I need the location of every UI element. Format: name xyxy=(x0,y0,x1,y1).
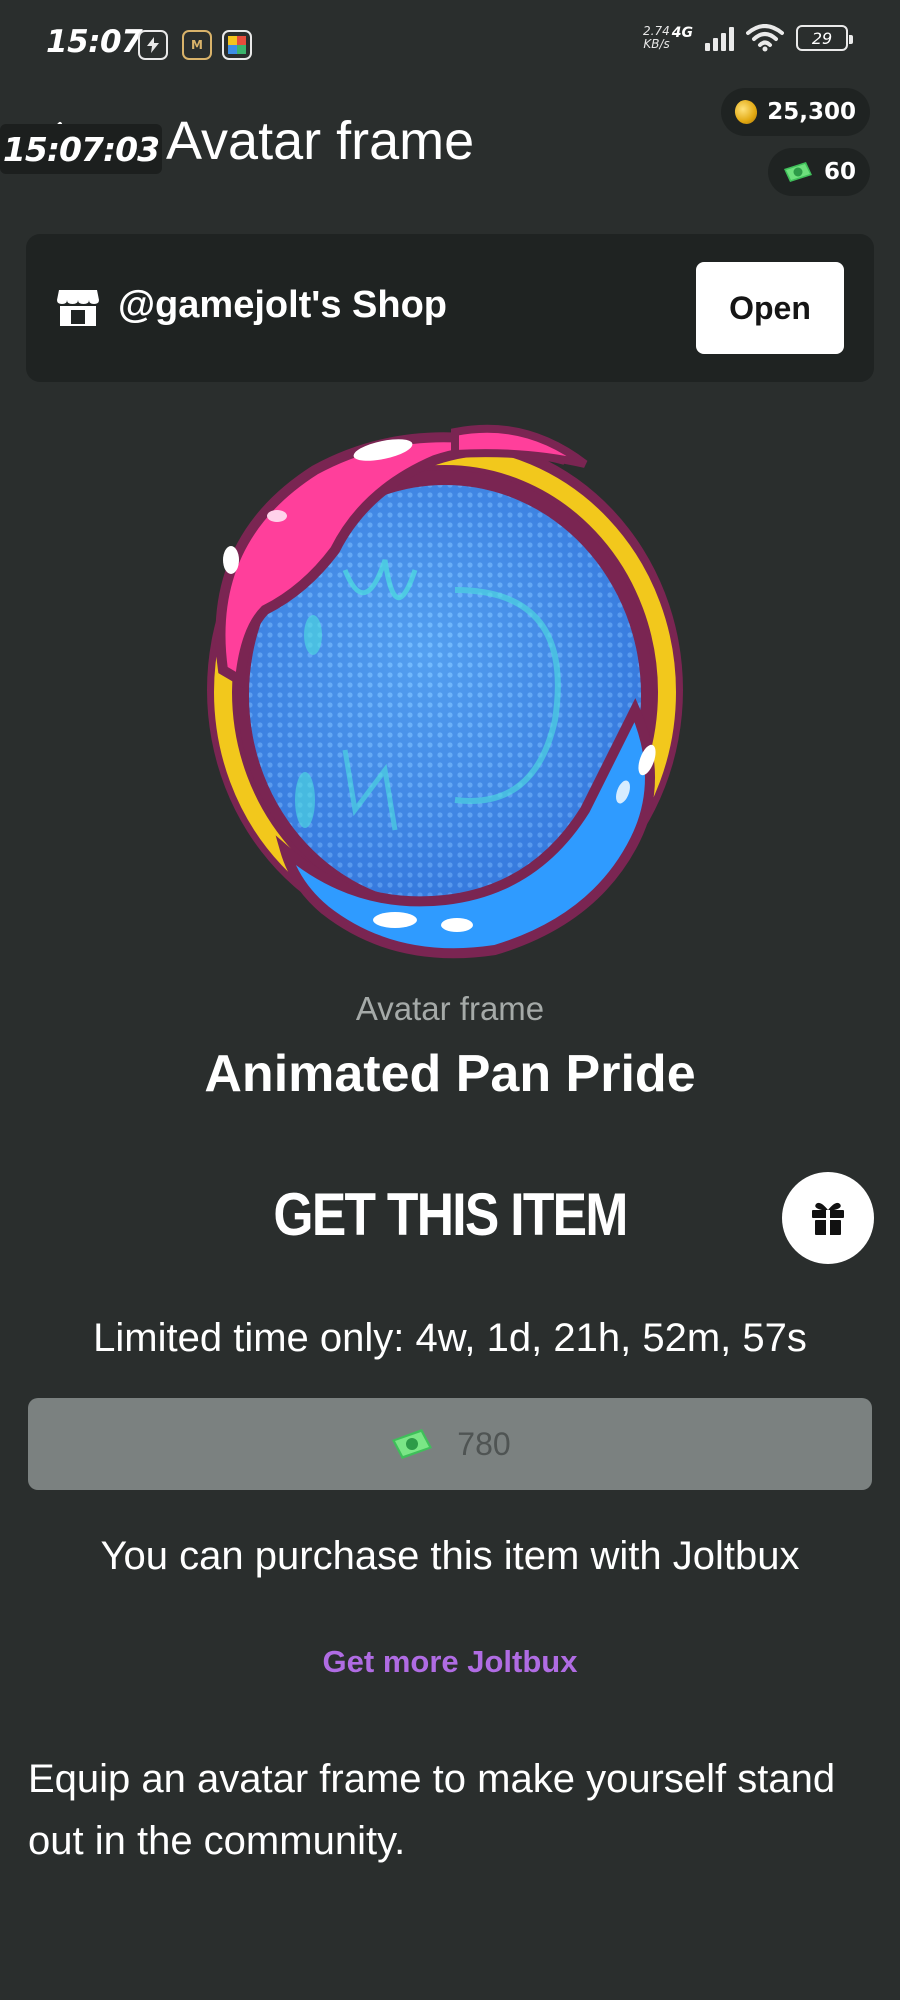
joltbux-icon xyxy=(783,162,812,182)
avatar-frame-image xyxy=(207,424,683,959)
item-name: Animated Pan Pride xyxy=(204,1045,696,1103)
coin-icon xyxy=(732,97,760,127)
signal-icon xyxy=(705,25,734,51)
net-speed: 2.74 KB/s xyxy=(643,25,670,51)
status-right: 2.74 KB/s 4G 29 xyxy=(643,24,853,52)
open-shop-button[interactable]: Open xyxy=(696,262,844,354)
joltbux-icon xyxy=(392,1429,433,1459)
gift-button[interactable] xyxy=(782,1172,874,1264)
status-bar: 15:07 M 2.74 KB/s 4G 29 xyxy=(0,0,900,90)
gallery-app-icon xyxy=(222,30,252,60)
bolt-app-icon xyxy=(138,30,168,60)
gift-icon xyxy=(812,1202,844,1235)
battery-level: 29 xyxy=(811,28,833,48)
joltbux-balance[interactable]: 60 xyxy=(767,148,870,196)
coin-balance[interactable]: 25,300 xyxy=(721,88,870,136)
net-speed-group: 2.74 KB/s 4G xyxy=(643,25,693,51)
coin-balance-value: 25,300 xyxy=(767,99,856,125)
get-item-heading: GET THIS ITEM xyxy=(273,1181,628,1248)
joltbux-balance-value: 60 xyxy=(823,159,856,185)
page-title: Avatar frame xyxy=(166,111,475,171)
limited-time-text: Limited time only: 4w, 1d, 21h, 52m, 57s xyxy=(93,1316,807,1360)
item-type: Avatar frame xyxy=(355,990,545,1027)
purchase-note: You can purchase this item with Joltbux xyxy=(100,1534,800,1578)
network-gen: 4G xyxy=(671,25,693,41)
price-value: 780 xyxy=(457,1425,511,1462)
gmail-app-icon: M xyxy=(182,30,212,60)
screen: 15:07 M 2.74 KB/s 4G 29 15:07:03 Avatar … xyxy=(0,0,900,2000)
shop-name: @gamejolt's Shop xyxy=(118,284,448,326)
wifi-icon xyxy=(746,24,784,52)
buy-with-joltbux-button[interactable]: 780 xyxy=(28,1398,872,1490)
store-icon xyxy=(57,290,99,326)
shop-card: @gamejolt's Shop Open xyxy=(26,234,874,382)
item-description: Equip an avatar frame to make yourself s… xyxy=(28,1757,836,1863)
get-more-joltbux-link[interactable]: Get more Joltbux xyxy=(0,1644,900,1680)
battery-icon: 29 xyxy=(796,25,853,51)
status-time: 15:07 xyxy=(46,24,143,60)
net-speed-unit: KB/s xyxy=(643,37,670,51)
timer-overlay: 15:07:03 xyxy=(0,124,162,174)
